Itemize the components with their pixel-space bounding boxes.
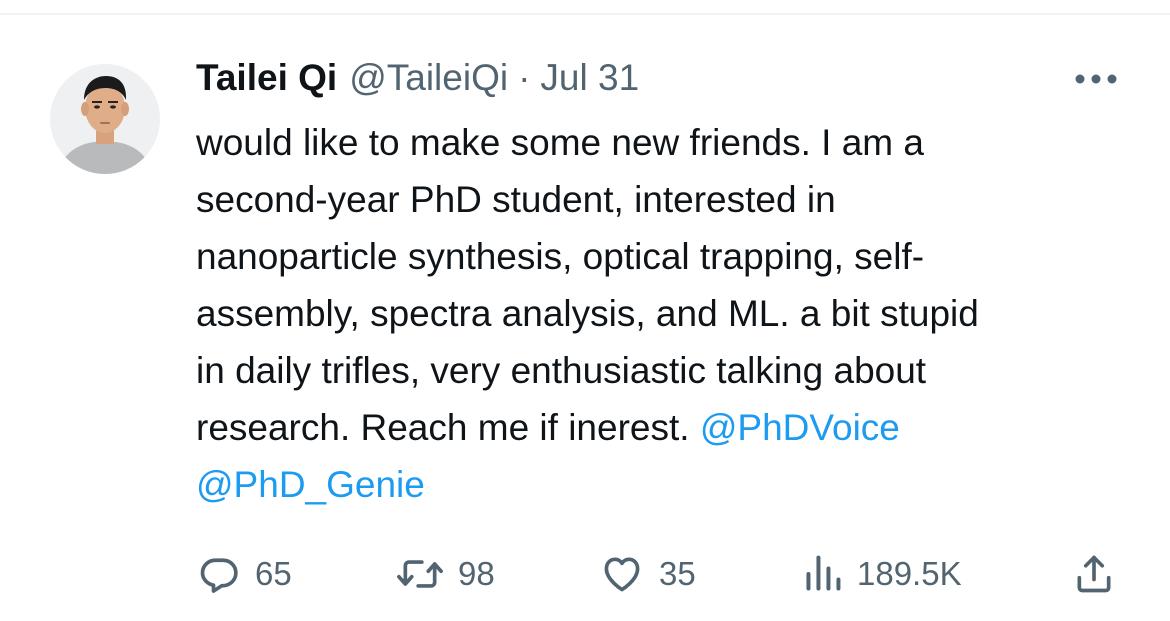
mention-link[interactable]: @PhDVoice [700,407,900,448]
tweet-text-line: @PhD_Genie [196,456,1146,513]
views-button[interactable]: 189.5K [803,549,962,599]
reply-button[interactable]: 65 [197,549,292,599]
avatar[interactable] [50,64,160,174]
more-options-button[interactable] [1066,59,1126,99]
display-name[interactable]: Tailei Qi [196,56,337,100]
tweet-text-line: would like to make some new friends. I a… [196,122,924,163]
tweet-text-line: assembly, spectra analysis, and ML. a bi… [196,293,979,334]
share-icon [1077,555,1111,593]
tweet-text: would like to make some new friends. I a… [196,114,1146,513]
more-horizontal-icon [1075,74,1117,84]
tweet-actions: 65 98 35 189.5K [0,549,1170,599]
header-separator: · [518,57,531,98]
user-handle[interactable]: @TaileiQi [349,56,508,100]
share-button[interactable] [1072,549,1116,599]
mention-link[interactable]: @PhD_Genie [196,464,425,505]
retweet-count: 98 [458,555,495,592]
tweet[interactable]: Tailei Qi @TaileiQi · Jul 31 would like … [0,15,1170,621]
tweet-header: Tailei Qi @TaileiQi · Jul 31 [196,56,639,100]
reply-count: 65 [255,555,292,592]
tweet-text-line: research. Reach me if inerest. @PhDVoice [196,399,1146,456]
views-count: 189.5K [857,555,962,592]
retweet-icon [397,560,443,588]
like-count: 35 [659,555,696,592]
avatar-photo [50,64,160,174]
heart-icon [604,557,640,592]
like-button[interactable]: 35 [599,549,696,599]
retweet-button[interactable]: 98 [396,549,495,599]
tweet-text-line: in daily trifles, very enthusiastic talk… [196,350,927,391]
tweet-text-segment: research. Reach me if inerest. [196,407,690,448]
reply-icon [200,558,238,593]
tweet-text-line: nanoparticle synthesis, optical trapping… [196,236,925,277]
views-chart-icon [806,555,841,591]
tweet-text-line: second-year PhD student, interested in [196,179,836,220]
tweet-date[interactable]: Jul 31 [540,56,639,100]
